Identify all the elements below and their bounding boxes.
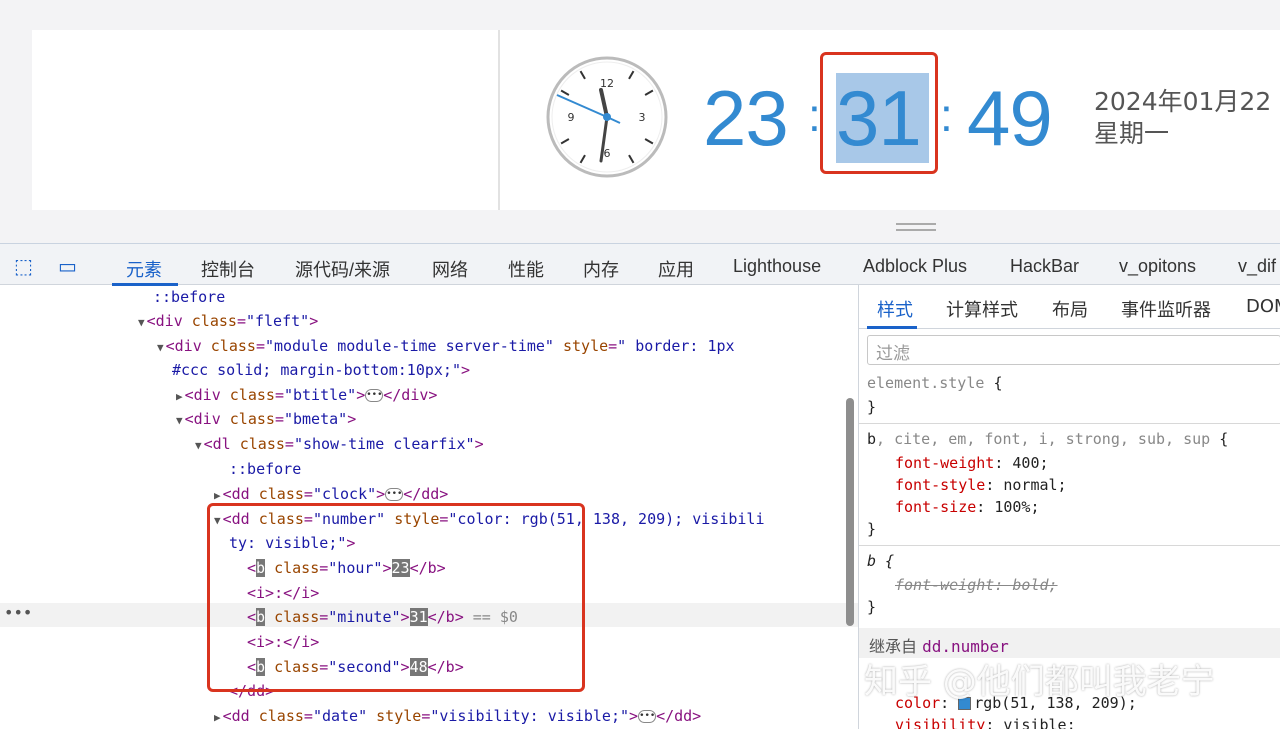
tab-v-dif[interactable]: v_dif [1238,256,1276,277]
tab-elements[interactable]: 元素 [126,256,162,282]
tab-memory[interactable]: 内存 [583,256,619,282]
page-preview: 12 3 6 9 23 : 31 : 49 2024年01月22 星期一 [0,0,1280,243]
colon-separator: : [808,89,821,141]
tab-event-listeners[interactable]: 事件监听器 [1121,296,1211,322]
panel-resize-handle[interactable] [896,223,936,231]
active-side-tab-indicator [867,326,917,329]
tab-v-opitons[interactable]: v_opitons [1119,256,1196,277]
dom-node[interactable]: ▼ <dl class="show-time clearfix"> [195,432,484,459]
tab-lighthouse[interactable]: Lighthouse [733,256,821,277]
tab-sources[interactable]: 源代码/来源 [295,256,390,282]
hour-display: 23 [703,74,789,162]
element-style-rule: element.style { [867,374,1003,392]
second-display: 49 [967,74,1053,162]
tab-adblock-plus[interactable]: Adblock Plus [863,256,967,277]
rule-selector: b { [867,552,895,570]
dom-node[interactable]: ▼ <div class="bmeta"> [176,407,356,434]
tab-layout[interactable]: 布局 [1052,296,1088,322]
devtools-tabbar: ⬚ ▭ 元素 控制台 源代码/来源 网络 性能 内存 应用 Lighthouse… [0,243,1280,286]
tab-dom[interactable]: DOM [1246,296,1280,317]
rule-divider [859,423,1280,424]
tab-console[interactable]: 控制台 [201,256,255,282]
tab-application[interactable]: 应用 [658,256,694,282]
clock-number-12: 12 [600,77,614,90]
clock-number-6: 6 [604,147,611,160]
rule-close: } [867,398,877,416]
colon-separator: : [940,89,953,141]
dom-node[interactable]: ▶ <dd class="date" style="visibility: vis… [214,704,701,729]
screenshot: 12 3 6 9 23 : 31 : 49 2024年01月22 星期一 ⬚ ▭ … [0,0,1280,729]
filter-input[interactable]: 过滤 [867,335,1280,365]
date-display: 2024年01月22 星期一 [1094,87,1272,148]
css-property[interactable]: font-weight: 400; [895,452,1049,474]
css-property[interactable]: visibility: visible; [895,714,1076,729]
tab-computed[interactable]: 计算样式 [946,296,1018,322]
css-property[interactable]: font-style: normal; [895,474,1067,496]
analog-clock-icon: 12 3 6 9 [546,56,668,178]
rule-selector: b, cite, em, font, i, strong, sub, sup { [867,430,1229,448]
dom-node[interactable]: ▶ <div class="btitle">•••</div> [176,383,437,410]
dom-node[interactable]: ::before [229,457,301,482]
clock-number-3: 3 [639,111,646,124]
dom-scrollbar[interactable] [846,398,854,626]
dom-highlight-box [207,503,585,692]
css-property[interactable]: font-size: 100%; [895,496,1040,518]
tab-styles[interactable]: 样式 [877,296,913,322]
device-toolbar-icon[interactable]: ▭ [58,254,77,278]
rule-divider [859,545,1280,546]
inspect-element-icon[interactable]: ⬚ [14,254,33,278]
watermark: 知乎 @他们都叫我老宁 [864,662,1215,702]
css-property-overridden[interactable]: font-weight: bold; [895,574,1058,596]
dom-node[interactable]: ▼ <div class="fleft"> [138,309,318,336]
dom-node[interactable]: ▼ <div class="module module-time server-t… [157,334,735,361]
card-divider [498,30,500,210]
dom-node-cont: #ccc solid; margin-bottom:10px;"> [172,361,471,379]
sidebar-tabbar: 样式 计算样式 布局 事件监听器 DOM [859,285,1280,329]
tab-hackbar[interactable]: HackBar [1010,256,1079,277]
minute-highlight-box [820,52,938,174]
dom-node[interactable]: ::before [153,285,225,310]
rule-close: } [867,520,877,538]
tab-performance[interactable]: 性能 [508,256,544,282]
clock-number-9: 9 [568,111,575,124]
tab-network[interactable]: 网络 [432,256,468,282]
rule-close: } [867,598,877,616]
